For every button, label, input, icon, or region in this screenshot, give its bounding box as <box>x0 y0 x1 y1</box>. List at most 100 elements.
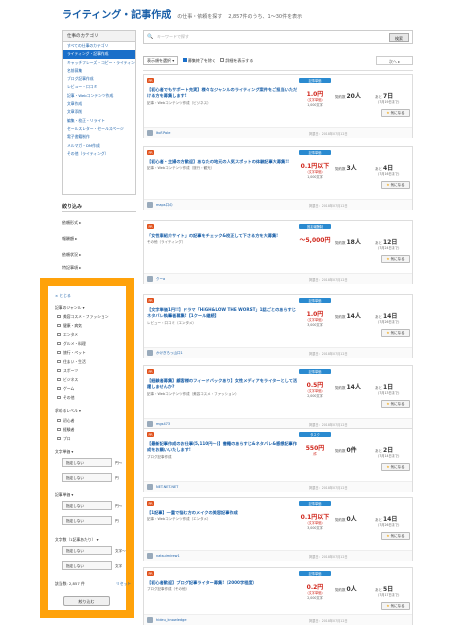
price-words: 1,000文字 <box>307 103 323 107</box>
favorite-button[interactable]: ★ 気になる <box>381 602 410 610</box>
favorite-button[interactable]: ★ 気になる <box>381 329 410 337</box>
favorite-label: 気になる <box>390 331 405 335</box>
price-type-tag: 固定報酬制 <box>299 224 331 229</box>
category-item[interactable]: その他（ライティング） <box>63 150 135 158</box>
reset-link[interactable]: リセット <box>116 581 131 587</box>
genre-checkbox[interactable] <box>57 386 61 390</box>
due-date: (7月19日まで) <box>378 100 400 104</box>
genre-checkbox[interactable] <box>57 377 61 381</box>
genre-checkbox[interactable] <box>57 314 61 318</box>
pager-next[interactable]: 次へ ▸ <box>376 56 413 65</box>
avatar[interactable] <box>147 350 153 356</box>
job-title-link[interactable]: 【1記事】一重で悩む方のメイクの美容記事作成 <box>147 510 299 516</box>
pr-badge: PR <box>147 432 155 437</box>
level-checkbox[interactable] <box>57 418 61 422</box>
avatar[interactable] <box>147 421 153 427</box>
category-item[interactable]: 名前募集 <box>63 67 135 75</box>
category-item[interactable]: すべての仕事のカテゴリ <box>63 42 135 50</box>
client-name-link[interactable]: natsuimirew1 <box>156 554 180 558</box>
job-title-link[interactable]: 【初心者歓迎】ブログ記事ライター募集!（2000字程度） <box>147 580 299 586</box>
avatar[interactable] <box>147 484 153 490</box>
category-item[interactable]: メルマガ・DM作成 <box>63 142 135 150</box>
avatar[interactable] <box>147 276 153 282</box>
filter-request-type[interactable]: 依頼形式 ▸ <box>62 220 81 226</box>
chars-max-select[interactable]: 指定しない <box>62 561 112 570</box>
favorite-button[interactable]: ★ 気になる <box>381 400 410 408</box>
filter-status[interactable]: 依頼状況 ▸ <box>62 252 81 258</box>
category-item[interactable]: 文章添削 <box>63 108 135 116</box>
job-title-link[interactable]: 【文字単価1円!!】ドラマ「HiGH&LOW THE WORST」1話ごとのあら… <box>147 307 299 319</box>
genre-checkbox[interactable] <box>57 395 61 399</box>
show-detail-checkbox[interactable] <box>220 58 225 62</box>
category-item[interactable]: ライティング・記事作成 <box>63 50 135 59</box>
genre-checkbox[interactable] <box>57 350 61 354</box>
category-item[interactable]: キャッチフレーズ・コピー・ライティング <box>63 59 135 67</box>
favorite-button[interactable]: ★ 気になる <box>381 255 410 263</box>
due-date: (7月16日まで) <box>378 172 400 176</box>
genre-label: スポーツ <box>63 368 79 373</box>
category-item[interactable]: 電子書籍制作 <box>63 133 135 141</box>
client-name-link[interactable]: mgs473 <box>156 422 170 426</box>
job-title-link[interactable]: 【初心者でもサポート充実】様々なジャンルのライティング案件をご担当いただける方を… <box>147 87 299 99</box>
card-footer: NET.NET.NET 掲載日：2018年07月12日 <box>144 481 412 492</box>
unit-price-title: 文字単価 ▾ <box>55 449 74 454</box>
favorite-button[interactable]: ★ 気になる <box>381 463 410 471</box>
article-price-max-unit: 円 <box>115 519 119 523</box>
client-name-link[interactable]: ItoF.Pole <box>156 131 170 135</box>
job-title-link[interactable]: 【初心者・主婦の方歓迎】あなたの地元の人気スポットの体験記事大募集!! <box>147 159 299 165</box>
filter-submit-button[interactable]: 絞り込む <box>63 596 110 606</box>
exclude-closed-checkbox[interactable] <box>182 58 187 62</box>
favorite-button[interactable]: ★ 気になる <box>381 181 410 189</box>
client-name-link[interactable]: クーa <box>156 277 165 282</box>
client-name-link[interactable]: maps口の <box>156 203 173 208</box>
favorite-button[interactable]: ★ 気になる <box>381 532 410 540</box>
posted-date: 掲載日：2018年07月12日 <box>309 352 348 356</box>
close-panel-link[interactable]: × とじる <box>55 293 71 299</box>
contract-label: 契約数 <box>335 518 346 522</box>
job-title-link[interactable]: 【最新記事作成のお仕事(5,110円～)】書籍のあらすじ&ネタバレ&感想記事作成… <box>147 441 299 453</box>
category-item[interactable]: 記事・Webコンテンツ作成 <box>63 92 135 100</box>
filter-notes[interactable]: 特記事項 ▸ <box>62 265 81 271</box>
genre-checkbox[interactable] <box>57 332 61 336</box>
category-item[interactable]: セールスレター・セールスページ <box>63 125 135 133</box>
contract-value: 14人 <box>346 384 361 391</box>
chars-min-select[interactable]: 指定しない <box>62 546 112 555</box>
avatar[interactable] <box>147 130 153 136</box>
category-item[interactable]: 文章作成 <box>63 100 135 108</box>
pr-badge: PR <box>147 571 155 576</box>
pr-badge: PR <box>147 150 155 155</box>
level-checkbox[interactable] <box>57 427 61 431</box>
article-price-max-select[interactable]: 指定しない <box>62 516 112 525</box>
posted-date: 掲載日：2018年07月12日 <box>309 619 348 623</box>
search-button[interactable]: 検索 <box>389 33 409 42</box>
contract-count: 契約数0人 <box>335 584 358 593</box>
article-price-min-select[interactable]: 指定しない <box>62 501 112 510</box>
avatar[interactable] <box>147 202 153 208</box>
client-name-link[interactable]: かけぎろっ山口1 <box>156 351 183 356</box>
genre-checkbox[interactable] <box>57 359 61 363</box>
genre-checkbox[interactable] <box>57 341 61 345</box>
client-name-link[interactable]: hideu_knowledge <box>156 618 187 622</box>
avatar[interactable] <box>147 553 153 559</box>
unit-price-min-select[interactable]: 指定しない <box>62 458 112 467</box>
level-checkbox[interactable] <box>57 436 61 440</box>
job-card: PR 【最新記事作成のお仕事(5,110円～)】書籍のあらすじ&ネタバレ&感想記事… <box>143 428 413 492</box>
price-type-tag: 記事単価 <box>299 298 331 303</box>
favorite-button[interactable]: ★ 気になる <box>381 109 410 117</box>
job-card: PR 【初心者・主婦の方歓迎】あなたの地元の人気スポットの体験記事大募集!! 記事・… <box>143 146 413 210</box>
category-item[interactable]: レビュー・口コミ <box>63 83 135 91</box>
client-name-link[interactable]: NET.NET.NET <box>156 485 178 489</box>
card-footer: hideu_knowledge 掲載日：2018年07月12日 <box>144 614 412 625</box>
category-item[interactable]: ブログ記事作成 <box>63 75 135 83</box>
job-title-link[interactable]: 「女性車紹介サイト」の記事をチェック&校正して下さる方を大募集! <box>147 233 299 239</box>
job-card: PR 【1記事】一重で悩む方のメイクの美容記事作成 記事・Webコンテンツ作成（エン… <box>143 497 413 561</box>
category-item[interactable]: 編集・校正・リライト <box>63 117 135 125</box>
job-title-link[interactable]: 【経験者募集】顧客様のフィードバックあり】女性メディアをライターとして活躍しませ… <box>147 378 299 390</box>
genre-checkbox[interactable] <box>57 368 61 372</box>
contract-count: 契約数0人 <box>335 514 358 523</box>
avatar[interactable] <box>147 617 153 623</box>
filter-reward[interactable]: 報酬額 ▸ <box>62 236 77 242</box>
sort-select[interactable]: 表示順を選択 ▾ <box>143 56 179 65</box>
unit-price-max-select[interactable]: 指定しない <box>62 473 112 482</box>
genre-checkbox[interactable] <box>57 323 61 327</box>
